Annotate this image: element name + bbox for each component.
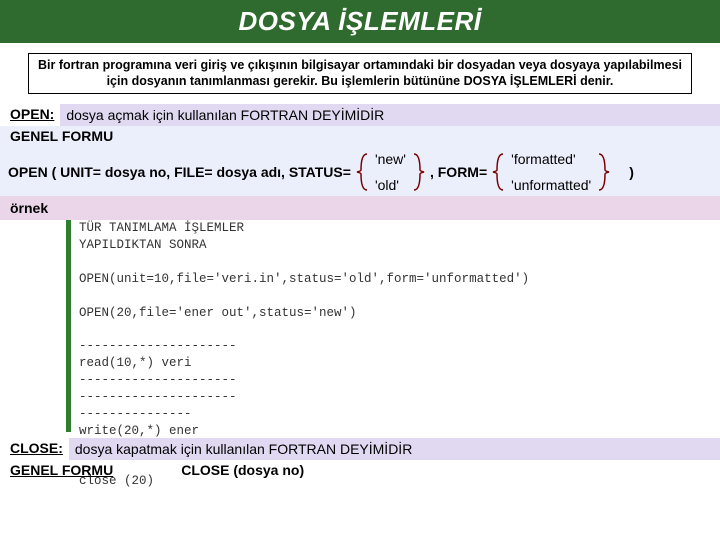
brace-close-2 (597, 152, 611, 192)
general-form-label-1: GENEL FORMU (0, 126, 720, 146)
close-definition-row: CLOSE: dosya kapatmak için kullanılan FO… (0, 438, 720, 460)
form-options: 'formatted' 'unformatted' (509, 152, 593, 192)
example-label: örnek (0, 196, 720, 220)
open-syntax-lead: OPEN ( UNIT= dosya no, FILE= dosya adı, … (8, 164, 351, 180)
intro-text: Bir fortran programına veri giriş ve çık… (28, 53, 692, 94)
open-syntax-mid: , FORM= (430, 164, 487, 180)
open-description: dosya açmak için kullanılan FORTRAN DEYİ… (60, 104, 720, 126)
page-title: DOSYA İŞLEMLERİ (0, 0, 720, 43)
open-keyword: OPEN: (0, 104, 60, 126)
status-options: 'new' 'old' (373, 152, 408, 192)
code-rail (66, 220, 71, 432)
code-body: TÜR TANIMLAMA İŞLEMLER YAPILDIKTAN SONRA… (79, 220, 710, 432)
brace-open-1 (355, 152, 369, 192)
open-syntax-line: OPEN ( UNIT= dosya no, FILE= dosya adı, … (0, 146, 720, 196)
close-description: dosya kapatmak için kullanılan FORTRAN D… (69, 438, 720, 460)
brace-close-1 (412, 152, 426, 192)
general-form-label-2: GENEL FORMU (10, 462, 113, 478)
close-keyword: CLOSE: (0, 438, 69, 460)
code-example: TÜR TANIMLAMA İŞLEMLER YAPILDIKTAN SONRA… (66, 220, 710, 432)
brace-open-2 (491, 152, 505, 192)
open-syntax-tail: ) (615, 164, 634, 180)
close-syntax: CLOSE (dosya no) (121, 462, 304, 478)
open-definition-row: OPEN: dosya açmak için kullanılan FORTRA… (0, 104, 720, 126)
